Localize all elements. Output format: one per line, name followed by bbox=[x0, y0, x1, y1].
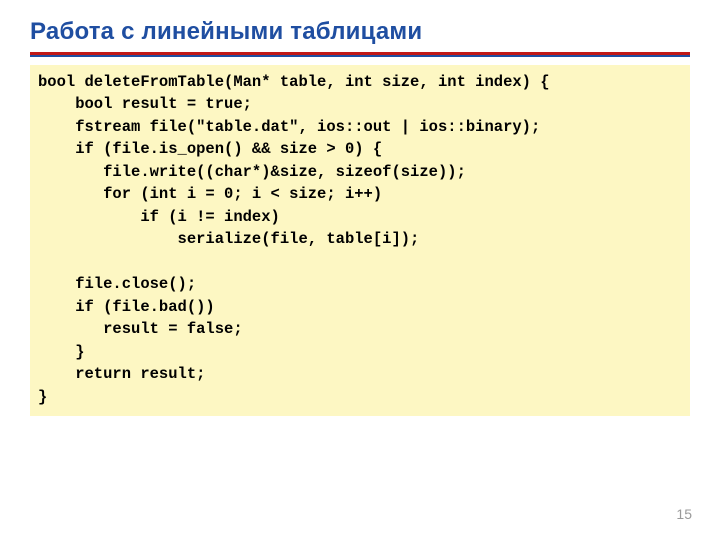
slide: Работа с линейными таблицами bool delete… bbox=[0, 0, 720, 540]
title-rule bbox=[30, 52, 690, 57]
slide-title: Работа с линейными таблицами bbox=[30, 18, 690, 46]
page-number: 15 bbox=[676, 506, 692, 522]
code-block: bool deleteFromTable(Man* table, int siz… bbox=[30, 65, 690, 416]
